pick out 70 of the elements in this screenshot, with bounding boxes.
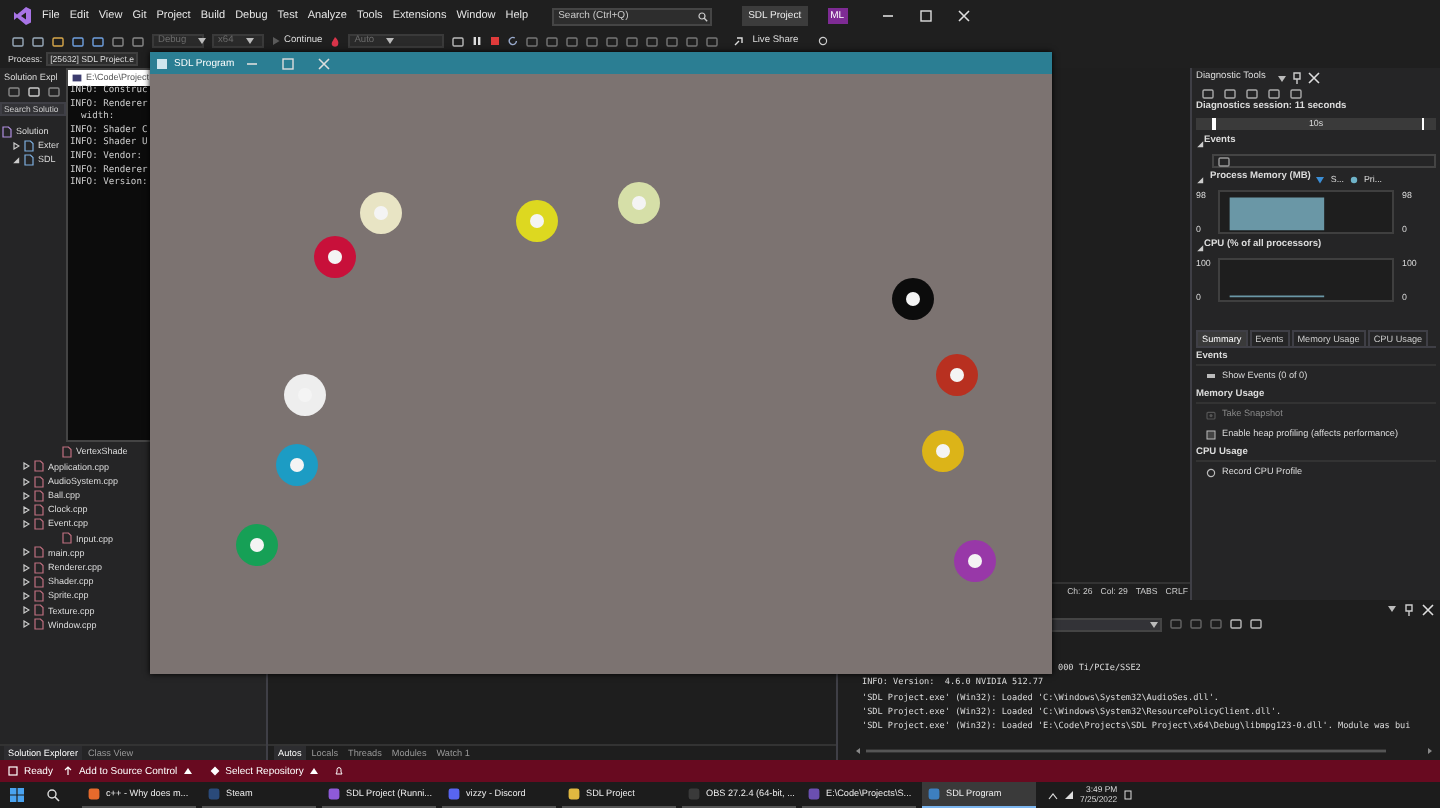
- caret-icon: [1388, 606, 1396, 612]
- record-icon: [1206, 467, 1216, 477]
- app-icon: [328, 788, 340, 800]
- triangle-icon[interactable]: [22, 606, 30, 615]
- app-icon: [928, 788, 940, 800]
- triangle-icon[interactable]: [1196, 139, 1204, 147]
- toolbar-icon[interactable]: [452, 35, 465, 47]
- search-icon[interactable]: [46, 788, 60, 802]
- up-arrow-icon: [64, 766, 73, 776]
- checkbox-icon[interactable]: [1206, 429, 1216, 439]
- pause-icon[interactable]: [472, 36, 483, 46]
- triangle-icon[interactable]: [12, 155, 20, 164]
- triangle-icon[interactable]: [22, 563, 30, 572]
- legend-dot-icon: [1349, 175, 1358, 183]
- caret-icon: [386, 38, 395, 44]
- caret-icon: [183, 768, 192, 774]
- triangle-icon[interactable]: [22, 462, 30, 471]
- camera-icon: [1206, 409, 1216, 419]
- close-icon[interactable]: [957, 10, 970, 22]
- triangle-icon[interactable]: [22, 477, 30, 486]
- live-share-icon: [734, 36, 745, 46]
- play-icon: [272, 36, 280, 46]
- windows-logo-icon[interactable]: [10, 788, 24, 802]
- close-icon[interactable]: [1422, 603, 1434, 615]
- app-icon: [208, 788, 220, 800]
- triangle-icon[interactable]: [1196, 175, 1204, 183]
- diamond-icon: [209, 766, 220, 776]
- app-icon: [688, 788, 700, 800]
- caret-icon: [1150, 621, 1158, 627]
- notification-icon[interactable]: [1123, 790, 1132, 800]
- triangle-icon[interactable]: [22, 491, 30, 500]
- console-icon: [72, 74, 82, 82]
- app-icon: [568, 788, 580, 800]
- search-icon[interactable]: [698, 11, 709, 21]
- ready-icon: [8, 766, 18, 776]
- dropdown[interactable]: [1046, 617, 1162, 631]
- feedback-icon[interactable]: [818, 36, 829, 46]
- triangle-icon[interactable]: [22, 577, 30, 586]
- triangle-icon[interactable]: [12, 141, 20, 150]
- app-icon: [808, 788, 820, 800]
- app-icon: [88, 788, 100, 800]
- caret-icon: [309, 768, 318, 774]
- list-icon[interactable]: [1218, 155, 1230, 167]
- triangle-icon[interactable]: [22, 592, 30, 601]
- triangle-icon[interactable]: [22, 505, 30, 514]
- caret-icon: [1277, 75, 1286, 81]
- app-icon: [448, 788, 460, 800]
- caret-icon: [198, 38, 207, 44]
- bell-icon[interactable]: [333, 766, 344, 776]
- chevron-icon[interactable]: [1048, 791, 1058, 799]
- legend-triangle-icon: [1316, 175, 1325, 183]
- triangle-icon[interactable]: [1196, 243, 1204, 251]
- minimize-icon[interactable]: [881, 10, 894, 22]
- pin-icon[interactable]: [1404, 603, 1414, 615]
- events-icon: [1206, 372, 1216, 380]
- caret-icon: [245, 38, 254, 44]
- file-icon: [62, 532, 72, 545]
- close-icon[interactable]: [1307, 72, 1320, 84]
- triangle-icon[interactable]: [22, 520, 30, 529]
- maximize-icon[interactable]: [919, 10, 932, 22]
- file-icon: [62, 446, 72, 459]
- vs-logo-icon[interactable]: [12, 6, 32, 26]
- scrollbar-icon[interactable]: [854, 746, 1434, 756]
- pin-icon[interactable]: [1291, 72, 1302, 84]
- triangle-icon[interactable]: [22, 620, 30, 629]
- app-icon: [156, 57, 168, 69]
- triangle-icon[interactable]: [22, 548, 30, 557]
- stop-icon[interactable]: [490, 36, 501, 46]
- restart-icon[interactable]: [508, 36, 519, 46]
- network-icon[interactable]: [1064, 790, 1074, 800]
